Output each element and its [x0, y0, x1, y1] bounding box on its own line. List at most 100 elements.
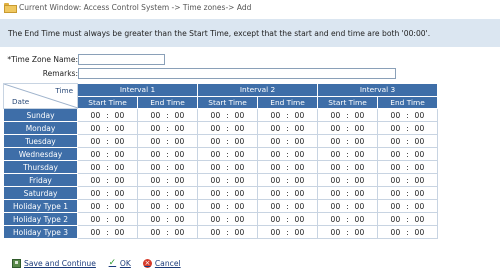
hour-value[interactable]: 00: [90, 228, 102, 237]
interval-3-start-time-field[interactable]: 00:00: [317, 134, 379, 148]
hour-value[interactable]: 00: [330, 228, 342, 237]
hour-value[interactable]: 00: [210, 124, 222, 133]
interval-2-start-time-field[interactable]: 00:00: [197, 160, 259, 174]
minute-value[interactable]: 00: [414, 202, 426, 211]
minute-value[interactable]: 00: [174, 176, 186, 185]
minute-value[interactable]: 00: [354, 150, 366, 159]
minute-value[interactable]: 00: [234, 163, 246, 172]
interval-2-start-time-field[interactable]: 00:00: [197, 186, 259, 200]
interval-2-start-time-field[interactable]: 00:00: [197, 212, 259, 226]
minute-value[interactable]: 00: [234, 176, 246, 185]
hour-value[interactable]: 00: [390, 150, 402, 159]
hour-value[interactable]: 00: [150, 202, 162, 211]
interval-1-end-time-field[interactable]: 00:00: [136, 212, 199, 226]
hour-value[interactable]: 00: [90, 189, 102, 198]
hour-value[interactable]: 00: [150, 124, 162, 133]
minute-value[interactable]: 00: [414, 137, 426, 146]
hour-value[interactable]: 00: [210, 176, 222, 185]
interval-2-end-time-field[interactable]: 00:00: [257, 134, 319, 148]
minute-value[interactable]: 00: [414, 189, 426, 198]
interval-3-end-time-field[interactable]: 00:00: [377, 225, 439, 239]
minute-value[interactable]: 00: [294, 228, 306, 237]
minute-value[interactable]: 00: [354, 189, 366, 198]
interval-1-end-time-field[interactable]: 00:00: [136, 186, 199, 200]
save-and-continue-button[interactable]: Save and Continue: [12, 259, 96, 268]
interval-1-end-time-field[interactable]: 00:00: [136, 134, 199, 148]
minute-value[interactable]: 00: [354, 228, 366, 237]
hour-value[interactable]: 00: [390, 228, 402, 237]
hour-value[interactable]: 00: [150, 189, 162, 198]
minute-value[interactable]: 00: [414, 150, 426, 159]
hour-value[interactable]: 00: [330, 202, 342, 211]
minute-value[interactable]: 00: [174, 228, 186, 237]
minute-value[interactable]: 00: [114, 137, 126, 146]
hour-value[interactable]: 00: [90, 202, 102, 211]
hour-value[interactable]: 00: [90, 176, 102, 185]
interval-1-end-time-field[interactable]: 00:00: [136, 108, 199, 122]
interval-1-end-time-field[interactable]: 00:00: [136, 225, 199, 239]
interval-1-start-time-field[interactable]: 00:00: [77, 173, 138, 187]
interval-2-end-time-field[interactable]: 00:00: [257, 199, 319, 213]
hour-value[interactable]: 00: [330, 163, 342, 172]
minute-value[interactable]: 00: [414, 111, 426, 120]
interval-2-start-time-field[interactable]: 00:00: [197, 173, 259, 187]
minute-value[interactable]: 00: [294, 215, 306, 224]
interval-1-start-time-field[interactable]: 00:00: [77, 199, 138, 213]
hour-value[interactable]: 00: [390, 189, 402, 198]
hour-value[interactable]: 00: [390, 111, 402, 120]
interval-2-start-time-field[interactable]: 00:00: [197, 225, 259, 239]
interval-2-end-time-field[interactable]: 00:00: [257, 173, 319, 187]
hour-value[interactable]: 00: [150, 163, 162, 172]
hour-value[interactable]: 00: [210, 189, 222, 198]
minute-value[interactable]: 00: [114, 163, 126, 172]
interval-3-start-time-field[interactable]: 00:00: [317, 108, 379, 122]
hour-value[interactable]: 00: [270, 150, 282, 159]
minute-value[interactable]: 00: [174, 124, 186, 133]
minute-value[interactable]: 00: [114, 215, 126, 224]
hour-value[interactable]: 00: [210, 150, 222, 159]
minute-value[interactable]: 00: [354, 111, 366, 120]
minute-value[interactable]: 00: [234, 228, 246, 237]
hour-value[interactable]: 00: [150, 215, 162, 224]
hour-value[interactable]: 00: [90, 137, 102, 146]
interval-2-start-time-field[interactable]: 00:00: [197, 134, 259, 148]
interval-2-end-time-field[interactable]: 00:00: [257, 121, 319, 135]
minute-value[interactable]: 00: [354, 176, 366, 185]
interval-2-end-time-field[interactable]: 00:00: [257, 186, 319, 200]
minute-value[interactable]: 00: [114, 176, 126, 185]
interval-2-start-time-field[interactable]: 00:00: [197, 108, 259, 122]
time-zone-name-input[interactable]: [78, 54, 165, 65]
interval-3-end-time-field[interactable]: 00:00: [377, 186, 439, 200]
interval-1-end-time-field[interactable]: 00:00: [136, 147, 199, 161]
hour-value[interactable]: 00: [90, 111, 102, 120]
minute-value[interactable]: 00: [354, 215, 366, 224]
interval-2-end-time-field[interactable]: 00:00: [257, 212, 319, 226]
hour-value[interactable]: 00: [390, 202, 402, 211]
minute-value[interactable]: 00: [234, 150, 246, 159]
minute-value[interactable]: 00: [414, 124, 426, 133]
hour-value[interactable]: 00: [330, 111, 342, 120]
hour-value[interactable]: 00: [210, 137, 222, 146]
minute-value[interactable]: 00: [234, 189, 246, 198]
minute-value[interactable]: 00: [114, 124, 126, 133]
interval-1-start-time-field[interactable]: 00:00: [77, 134, 138, 148]
hour-value[interactable]: 00: [150, 111, 162, 120]
interval-2-start-time-field[interactable]: 00:00: [197, 147, 259, 161]
minute-value[interactable]: 00: [294, 202, 306, 211]
interval-3-start-time-field[interactable]: 00:00: [317, 173, 379, 187]
hour-value[interactable]: 00: [150, 228, 162, 237]
minute-value[interactable]: 00: [354, 124, 366, 133]
interval-3-start-time-field[interactable]: 00:00: [317, 160, 379, 174]
interval-1-start-time-field[interactable]: 00:00: [77, 225, 138, 239]
minute-value[interactable]: 00: [414, 163, 426, 172]
minute-value[interactable]: 00: [354, 163, 366, 172]
interval-3-start-time-field[interactable]: 00:00: [317, 121, 379, 135]
hour-value[interactable]: 00: [210, 202, 222, 211]
minute-value[interactable]: 00: [174, 189, 186, 198]
hour-value[interactable]: 00: [390, 215, 402, 224]
minute-value[interactable]: 00: [174, 202, 186, 211]
interval-3-start-time-field[interactable]: 00:00: [317, 147, 379, 161]
interval-1-start-time-field[interactable]: 00:00: [77, 108, 138, 122]
minute-value[interactable]: 00: [174, 163, 186, 172]
hour-value[interactable]: 00: [90, 163, 102, 172]
